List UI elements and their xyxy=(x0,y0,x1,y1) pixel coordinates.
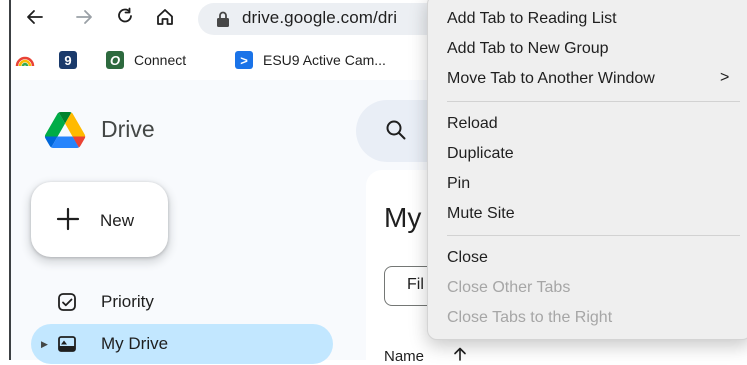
drive-logo-icon[interactable] xyxy=(44,112,86,148)
back-arrow-icon[interactable] xyxy=(22,4,48,30)
forward-arrow-icon[interactable] xyxy=(71,4,97,30)
page-title: My xyxy=(384,202,422,233)
bookmark-connect-label: Connect xyxy=(134,52,187,68)
bookmark-nine[interactable]: 9 xyxy=(59,50,87,70)
menu-item-close[interactable]: Close xyxy=(447,246,488,270)
name-column-header[interactable]: Name xyxy=(384,348,424,365)
tab-context-menu: Add Tab to Reading List Add Tab to New G… xyxy=(427,0,747,340)
play-icon: > xyxy=(235,51,253,69)
my-drive-icon xyxy=(58,336,76,352)
menu-item-duplicate[interactable]: Duplicate xyxy=(447,142,514,166)
nine-icon: 9 xyxy=(59,51,77,69)
rainbow-icon xyxy=(15,56,35,67)
expand-caret-icon[interactable]: ▶ xyxy=(41,339,48,350)
drive-title: Drive xyxy=(101,116,155,142)
bookmark-connect[interactable]: O Connect xyxy=(106,50,186,70)
menu-item-reload[interactable]: Reload xyxy=(447,112,498,136)
home-icon[interactable] xyxy=(152,4,178,30)
connect-icon: O xyxy=(106,51,124,69)
priority-check-icon xyxy=(58,293,76,311)
reload-icon[interactable] xyxy=(112,4,138,30)
submenu-chevron-icon: > xyxy=(720,69,730,86)
nav-item-my-drive[interactable]: ▶ My Drive xyxy=(31,324,333,364)
menu-item-add-to-reading-list[interactable]: Add Tab to Reading List xyxy=(447,7,617,31)
menu-separator xyxy=(447,235,740,236)
lock-icon xyxy=(217,11,229,27)
new-button-label: New xyxy=(100,211,135,230)
search-icon[interactable] xyxy=(384,118,408,142)
menu-item-add-to-new-group[interactable]: Add Tab to New Group xyxy=(447,37,609,61)
new-button[interactable]: New xyxy=(31,182,168,257)
nav-item-priority[interactable]: Priority xyxy=(31,282,333,322)
menu-item-mute-site[interactable]: Mute Site xyxy=(447,202,515,226)
plus-icon xyxy=(56,207,80,231)
menu-item-move-to-another-window[interactable]: Move Tab to Another Window xyxy=(447,67,655,91)
bookmark-esu9[interactable]: > ESU9 Active Cam... xyxy=(235,50,386,70)
nav-item-priority-label: Priority xyxy=(101,292,154,311)
bookmark-esu9-label: ESU9 Active Cam... xyxy=(263,52,386,68)
menu-separator xyxy=(447,101,740,102)
menu-item-pin[interactable]: Pin xyxy=(447,172,470,196)
nav-item-my-drive-label: My Drive xyxy=(101,334,169,353)
menu-item-close-tabs-to-right: Close Tabs to the Right xyxy=(447,309,613,326)
filter-chip-label: Fil xyxy=(407,276,424,293)
menu-item-close-other-tabs: Close Other Tabs xyxy=(447,279,571,296)
bookmark-rainbow[interactable] xyxy=(15,50,35,70)
url-text: drive.google.com/dri xyxy=(242,8,398,27)
